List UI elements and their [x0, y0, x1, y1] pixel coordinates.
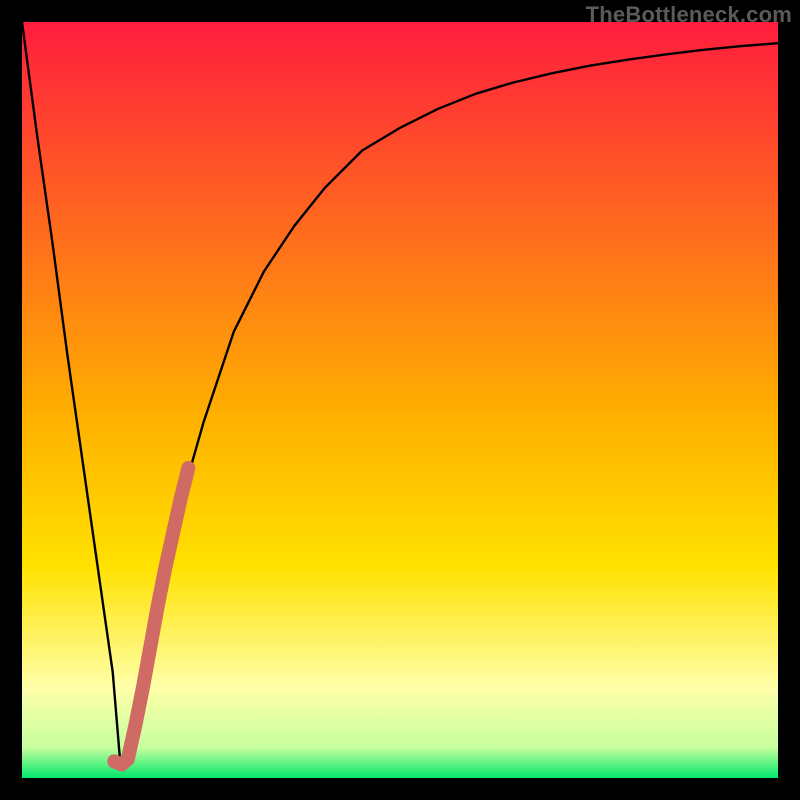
heat-background — [22, 22, 778, 778]
watermark-text: TheBottleneck.com — [586, 2, 792, 28]
plot-area — [22, 22, 778, 778]
chart-svg — [22, 22, 778, 778]
outer-frame: TheBottleneck.com — [0, 0, 800, 800]
